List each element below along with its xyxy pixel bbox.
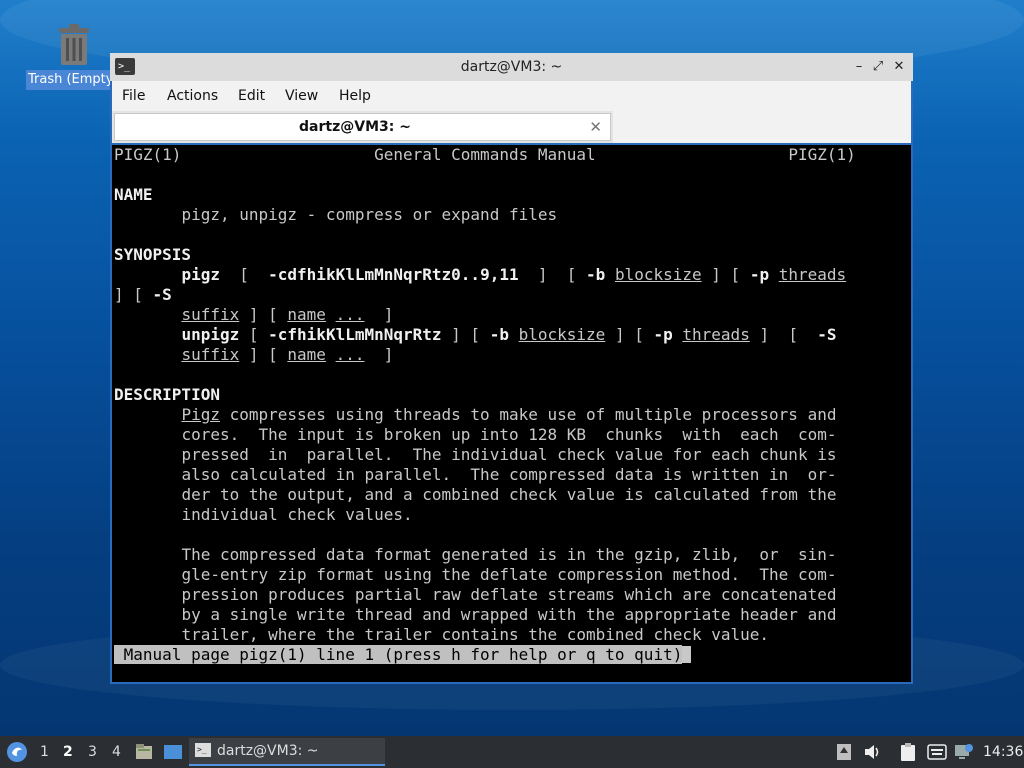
window-titlebar[interactable]: >_ dartz@VM3: ~ – ⤢ ✕ [110, 53, 913, 81]
terminal-window: >_ dartz@VM3: ~ – ⤢ ✕ File Actions Edit … [110, 53, 913, 684]
description-line: trailer, where the trailer contains the … [181, 625, 770, 644]
description-line: cores. The input is broken up into 128 K… [181, 425, 837, 444]
workspace-3[interactable]: 3 [88, 736, 97, 768]
file-manager-icon[interactable] [135, 743, 153, 761]
keyboard-icon[interactable] [927, 744, 947, 760]
maximize-button[interactable]: ⤢ [870, 58, 886, 76]
tab-bar-empty [613, 111, 911, 143]
synopsis-line-2: ] [ -S [114, 285, 172, 304]
terminal-cursor [682, 646, 692, 663]
close-button[interactable]: ✕ [891, 58, 907, 76]
network-icon[interactable] [954, 743, 974, 761]
synopsis-line-5: suffix ] [ name ... ] [181, 345, 394, 364]
synopsis-line-4: unpigz [ -cfhikKlLmMnNqrRtz ] [ -b block… [181, 325, 837, 344]
volume-icon[interactable] [864, 744, 882, 760]
workspace-2[interactable]: 2 [63, 736, 73, 768]
clock[interactable]: 14:36 [983, 736, 1023, 768]
section-synopsis-heading: SYNOPSIS [114, 245, 192, 264]
menu-file[interactable]: File [122, 81, 145, 111]
synopsis-line-3: suffix ] [ name ... ] [181, 305, 394, 324]
menu-view[interactable]: View [285, 81, 318, 111]
synopsis-line-1: pigz [ -cdfhikKlLmMnNqrRtz0..9,11 ] [ -b… [181, 265, 847, 284]
trash-label: Trash (Empty) [26, 70, 114, 90]
menu-actions[interactable]: Actions [167, 81, 218, 111]
terminal-output[interactable]: PIGZ(1) General Commands Manual PIGZ(1) … [112, 145, 911, 682]
section-description-heading: DESCRIPTION [114, 385, 220, 404]
task-terminal[interactable]: >_ dartz@VM3: ~ [189, 738, 385, 766]
workspace-1[interactable]: 1 [40, 736, 49, 768]
menubar: File Actions Edit View Help [112, 81, 911, 111]
description-line: pression produces partial raw deflate st… [181, 585, 837, 604]
window-title: dartz@VM3: ~ [460, 59, 563, 75]
start-menu-icon[interactable] [6, 741, 28, 763]
description-line: also calculated in parallel. The compres… [181, 465, 837, 484]
menu-edit[interactable]: Edit [238, 81, 265, 111]
taskbar: 1 2 3 4 >_ dartz@VM3: ~ 14:36 [0, 736, 1024, 768]
menu-help[interactable]: Help [339, 81, 371, 111]
section-name-heading: NAME [114, 185, 153, 204]
man-header: PIGZ(1) General Commands Manual PIGZ(1) [114, 145, 856, 164]
update-notifier-icon[interactable] [836, 743, 852, 761]
workspace-4[interactable]: 4 [112, 736, 121, 768]
pager-status: Manual page pigz(1) line 1 (press h for … [114, 645, 692, 665]
description-line: gle-entry zip format using the deflate c… [181, 565, 837, 584]
description-line: pressed in parallel. The individual chec… [181, 445, 837, 464]
tab-label: dartz@VM3: ~ [299, 119, 411, 135]
tab-bar: dartz@VM3: ~ ✕ [112, 111, 911, 143]
description-line: The compressed data format generated is … [181, 545, 837, 564]
minimize-button[interactable]: – [851, 58, 867, 76]
name-text: pigz, unpigz - compress or expand files [181, 205, 558, 224]
trash-icon [59, 24, 89, 65]
terminal-task-icon: >_ [195, 743, 211, 757]
description-line: der to the output, and a combined check … [181, 485, 837, 504]
description-line: individual check values. [181, 505, 413, 524]
clipboard-icon[interactable] [899, 742, 917, 762]
tab-close-icon[interactable]: ✕ [589, 114, 602, 140]
tab-terminal[interactable]: dartz@VM3: ~ ✕ [114, 113, 611, 141]
description-line: Pigz compresses using threads to make us… [181, 405, 837, 424]
task-label: dartz@VM3: ~ [217, 743, 319, 759]
show-desktop-icon[interactable] [163, 743, 183, 761]
description-line: by a single write thread and wrapped wit… [181, 605, 837, 624]
